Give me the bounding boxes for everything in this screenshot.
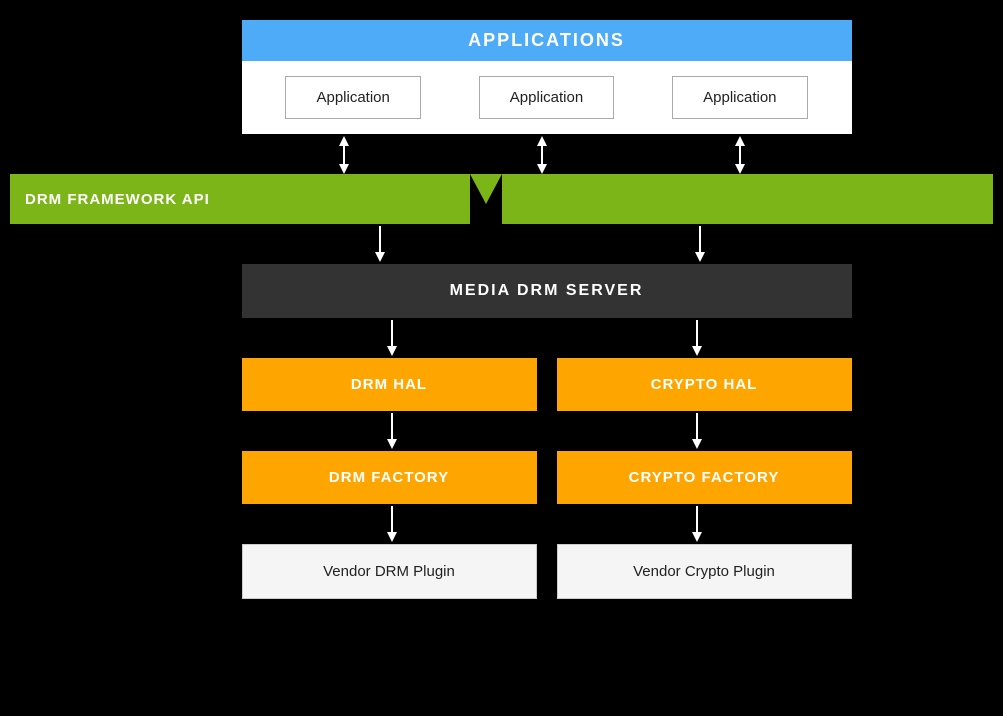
- app-box-2: Application: [479, 76, 614, 119]
- notch-svg: [470, 174, 502, 224]
- hal-row: DRM HAL CRYPTO HAL: [242, 358, 852, 411]
- drm-framework-row: DRM FRAMEWORK API: [10, 174, 993, 224]
- crypto-factory-box: CRYPTO FACTORY: [557, 451, 852, 504]
- arrows-server-to-hal: [242, 318, 852, 358]
- drm-framework-notch: [470, 174, 502, 224]
- media-drm-server: MEDIA DRM SERVER: [242, 264, 852, 318]
- crypto-hal-box: CRYPTO HAL: [557, 358, 852, 411]
- drm-framework-right: [502, 174, 993, 224]
- vendor-row: Vendor DRM Plugin Vendor Crypto Plugin: [242, 544, 852, 599]
- drm-framework-left: DRM FRAMEWORK API: [10, 174, 470, 224]
- diagram-container: APPLICATIONS Application Application App…: [10, 20, 993, 599]
- vendor-crypto-plugin: Vendor Crypto Plugin: [557, 544, 852, 599]
- applications-body: Application Application Application: [242, 61, 852, 134]
- app-box-3: Application: [672, 76, 807, 119]
- spacer-1: [10, 224, 993, 264]
- vendor-drm-plugin: Vendor DRM Plugin: [242, 544, 537, 599]
- arrows-apps-to-drm: [242, 134, 852, 174]
- drm-framework-label: DRM FRAMEWORK API: [25, 191, 210, 208]
- applications-header: APPLICATIONS: [242, 20, 852, 61]
- factory-row: DRM FACTORY CRYPTO FACTORY: [242, 451, 852, 504]
- app-box-1: Application: [285, 76, 420, 119]
- arrows-factory-to-vendor: [242, 504, 852, 544]
- arrows-hal-to-factory: [242, 411, 852, 451]
- arrows-drm-to-server: [10, 224, 993, 264]
- drm-factory-box: DRM FACTORY: [242, 451, 537, 504]
- applications-block: APPLICATIONS Application Application App…: [242, 20, 852, 134]
- drm-hal-box: DRM HAL: [242, 358, 537, 411]
